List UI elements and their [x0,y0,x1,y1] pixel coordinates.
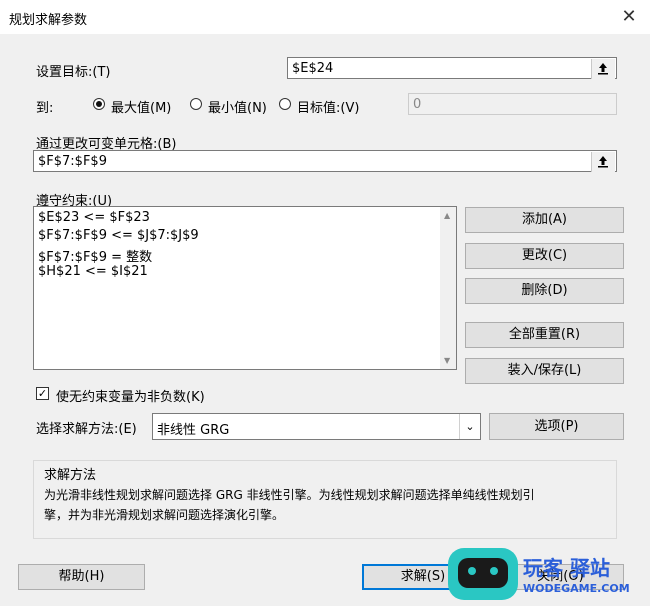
method-label: 选择求解方法:(E) [36,422,137,437]
chevron-down-icon[interactable]: ⌄ [459,414,480,439]
scroll-down-icon[interactable]: ▼ [444,356,450,365]
reset-all-button[interactable]: 全部重置(R) [465,322,624,348]
radio-value-of[interactable] [279,98,291,110]
solving-method-title: 求解方法 [44,468,97,483]
collapse-dialog-icon[interactable] [591,59,615,79]
load-save-button[interactable]: 装入/保存(L) [465,358,624,384]
changing-cells-input[interactable]: $F$7:$F$9 [33,150,617,172]
watermark-cn: 玩客 驿站 [523,556,610,580]
list-item[interactable]: $E$23 <= $F$23 [38,210,150,225]
watermark-robot-icon [448,548,518,600]
solving-method-desc-line1: 为光滑非线性规划求解问题选择 GRG 非线性引擎。为线性规划求解问题选择单纯线性… [44,488,535,502]
changing-cells-value: $F$7:$F$9 [38,154,107,169]
list-item[interactable]: $H$21 <= $I$21 [38,264,148,279]
radio-min-label[interactable]: 最小值(N) [208,97,267,116]
method-value: 非线性 GRG [157,423,230,438]
delete-button[interactable]: 删除(D) [465,278,624,304]
collapse-dialog-icon[interactable] [591,152,615,172]
radio-value-of-label[interactable]: 目标值:(V) [297,97,359,116]
method-select[interactable]: 非线性 GRG ⌄ [152,413,481,440]
radio-max[interactable] [93,98,105,110]
radio-max-label[interactable]: 最大值(M) [111,97,171,116]
objective-label: 设置目标:(T) [36,65,111,80]
scrollbar[interactable]: ▲ ▼ [440,207,456,369]
change-button[interactable]: 更改(C) [465,243,624,269]
objective-input[interactable]: $E$24 [287,57,617,79]
add-button[interactable]: 添加(A) [465,207,624,233]
value-of-input[interactable]: 0 [408,93,617,115]
scroll-up-icon[interactable]: ▲ [444,211,450,220]
options-button[interactable]: 选项(P) [489,413,624,440]
radio-min[interactable] [190,98,202,110]
nonneg-checkbox[interactable]: ✓ [36,387,49,400]
watermark-en: WODEGAME.COM [523,582,630,595]
solving-method-desc-line2: 擎，并为非光滑规划求解问题选择演化引擎。 [44,508,285,522]
dialog-title: 规划求解参数 [9,13,88,28]
objective-value: $E$24 [292,61,334,76]
constraints-list[interactable]: $E$23 <= $F$23 $F$7:$F$9 <= $J$7:$J$9 $F… [33,206,457,370]
value-of-value: 0 [413,97,422,112]
list-item[interactable]: $F$7:$F$9 <= $J$7:$J$9 [38,228,199,243]
help-button[interactable]: 帮助(H) [18,564,145,590]
nonneg-label[interactable]: 使无约束变量为非负数(K) [56,386,205,405]
to-label: 到: [36,101,54,116]
title-bar [0,0,650,34]
close-icon[interactable]: ✕ [616,4,642,30]
list-item[interactable]: $F$7:$F$9 = 整数 [38,246,152,265]
